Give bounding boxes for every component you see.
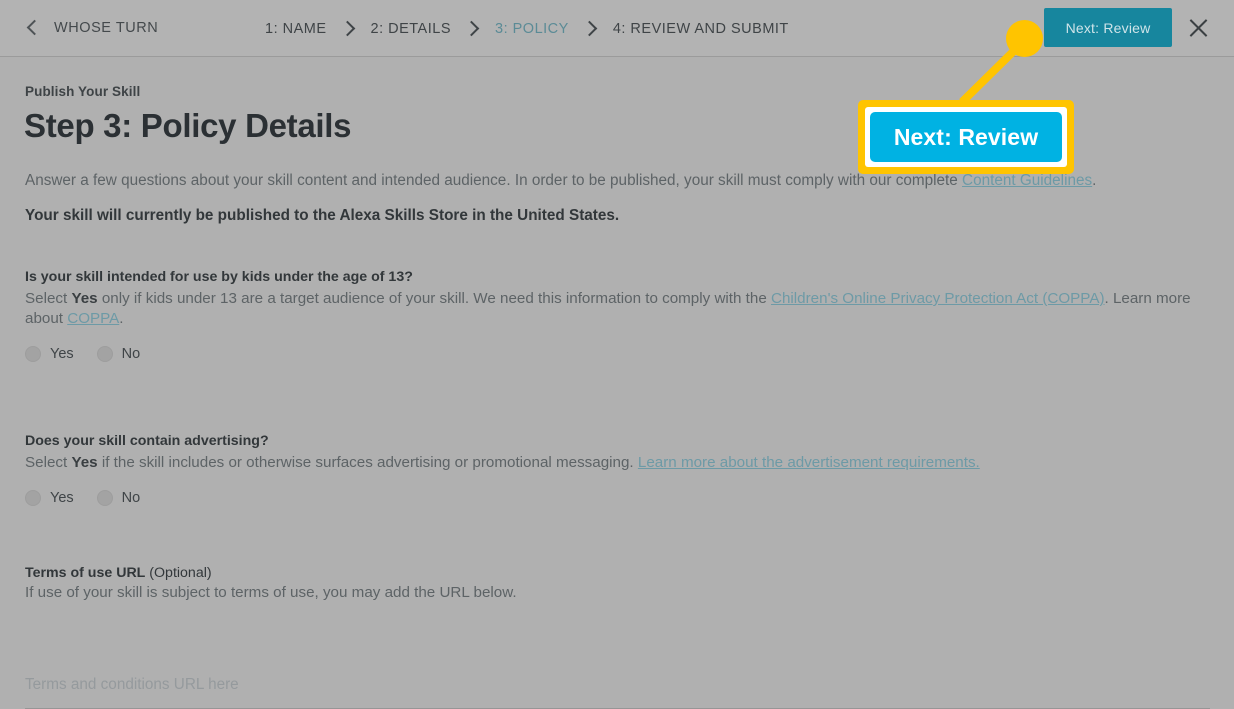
- terms-of-use-label-text: Terms of use URL: [25, 565, 146, 581]
- step-4-review-and-submit[interactable]: 4: REVIEW AND SUBMIT: [613, 21, 789, 37]
- ad-desc-part2: if the skill includes or otherwise surfa…: [97, 454, 638, 471]
- kids-radio-yes[interactable]: Yes: [25, 346, 97, 363]
- kids-desc-part4: .: [119, 310, 124, 328]
- ad-desc-yes-bold: Yes: [71, 454, 98, 471]
- question-kids-description: Select Yes only if kids under 13 are a t…: [25, 289, 1215, 329]
- terms-of-use-url-input[interactable]: [25, 669, 1210, 709]
- back-link[interactable]: WHOSE TURN: [24, 20, 158, 36]
- ad-desc-part1: Select: [25, 454, 72, 471]
- terms-of-use-description: If use of your skill is subject to terms…: [25, 584, 517, 601]
- intro-text-after: .: [1092, 172, 1097, 189]
- advertisement-requirements-link[interactable]: Learn more about the advertisement requi…: [638, 454, 980, 471]
- advertising-radio-yes[interactable]: Yes: [25, 490, 97, 507]
- coppa-act-link[interactable]: Children's Online Privacy Protection Act…: [771, 290, 1105, 307]
- question-kids-title: Is your skill intended for use by kids u…: [25, 269, 413, 285]
- kids-radio-yes-label: Yes: [50, 346, 74, 363]
- kids-radio-no-label: No: [121, 346, 141, 363]
- intro-text-before: Answer a few questions about your skill …: [25, 172, 963, 189]
- question-advertising: Does your skill contain advertising? Sel…: [25, 433, 1215, 507]
- next-review-button[interactable]: Next: Review: [1044, 8, 1172, 47]
- question-advertising-description: Select Yes if the skill includes or othe…: [25, 453, 1215, 473]
- publication-region-note: Your skill will currently be published t…: [25, 207, 620, 224]
- step-3-policy[interactable]: 3: POLICY: [495, 21, 569, 37]
- chevron-right-icon: [327, 23, 371, 34]
- step-1-name[interactable]: 1: NAME: [265, 21, 327, 37]
- content-guidelines-link[interactable]: Content Guidelines: [962, 172, 1092, 189]
- radio-circle-icon: [25, 490, 41, 507]
- page-eyebrow: Publish Your Skill: [25, 84, 141, 99]
- advertising-radio-group: Yes No: [25, 490, 1215, 507]
- question-advertising-title: Does your skill contain advertising?: [25, 433, 269, 449]
- annotation-next-review-button: Next: Review: [870, 112, 1062, 162]
- advertising-radio-yes-label: Yes: [50, 490, 74, 507]
- annotation-callout-inner: Next: Review: [865, 107, 1067, 167]
- radio-circle-icon: [96, 346, 113, 363]
- chevron-right-icon: [451, 23, 495, 34]
- annotation-callout-box: Next: Review: [858, 100, 1074, 174]
- radio-circle-icon: [96, 490, 113, 507]
- annotation-dot-marker: [1006, 20, 1043, 57]
- chevron-left-icon: [24, 20, 40, 36]
- top-navigation-bar: WHOSE TURN 1: NAME 2: DETAILS 3: POLICY …: [0, 0, 1234, 57]
- advertising-radio-no-label: No: [121, 490, 141, 507]
- close-icon[interactable]: [1180, 10, 1216, 46]
- kids-desc-part2: only if kids under 13 are a target audie…: [97, 290, 772, 307]
- step-breadcrumb: 1: NAME 2: DETAILS 3: POLICY 4: REVIEW A…: [265, 0, 789, 57]
- coppa-link[interactable]: COPPA: [67, 310, 119, 327]
- radio-circle-icon: [25, 346, 41, 363]
- terms-of-use-section: Terms of use URL (Optional) If use of yo…: [25, 565, 1215, 601]
- question-kids-under-13: Is your skill intended for use by kids u…: [25, 269, 1215, 363]
- step-2-details[interactable]: 2: DETAILS: [371, 21, 451, 37]
- terms-of-use-label: Terms of use URL (Optional): [25, 565, 1215, 581]
- terms-of-use-optional-tag: (Optional): [145, 565, 212, 581]
- chevron-right-icon: [569, 23, 613, 34]
- kids-desc-yes-bold: Yes: [71, 290, 98, 307]
- kids-radio-group: Yes No: [25, 346, 1215, 363]
- advertising-radio-no[interactable]: No: [96, 490, 164, 507]
- kids-radio-no[interactable]: No: [96, 346, 164, 363]
- page-title: Step 3: Policy Details: [24, 107, 352, 144]
- back-link-label: WHOSE TURN: [54, 20, 159, 36]
- kids-desc-part1: Select: [25, 290, 72, 307]
